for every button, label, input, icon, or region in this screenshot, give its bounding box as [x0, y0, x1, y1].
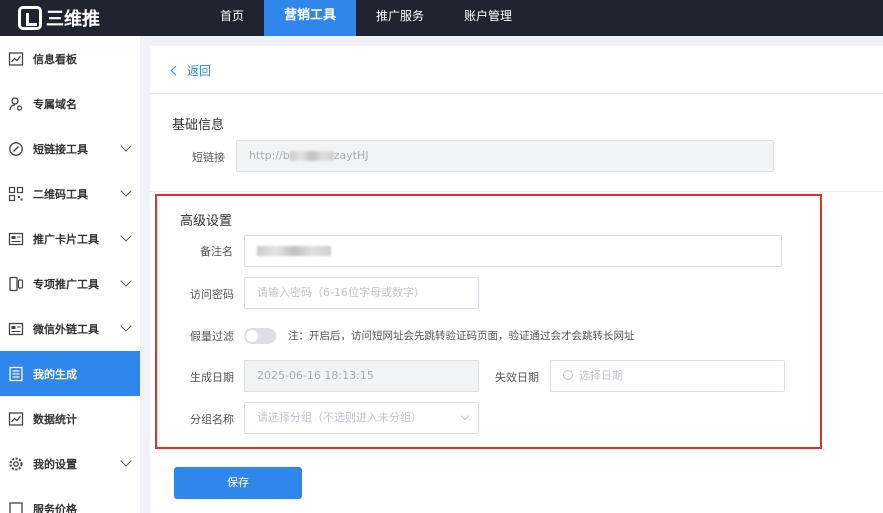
back-label: 返回 [187, 64, 212, 78]
card-icon [8, 231, 24, 247]
list-icon [8, 366, 24, 382]
sidebar-item-domain[interactable]: 专属域名 [0, 81, 140, 126]
divider [150, 93, 883, 94]
group-placeholder: 请选择分组（不选则进入未分组） [257, 411, 422, 424]
redacted-mask [289, 151, 334, 161]
main-content: 返回 基础信息 短链接 http://b zaytHJ 高级设置 备注名 访问密码… [150, 46, 883, 513]
password-label: 访问密码 [190, 288, 234, 301]
sidebar-item-statistics[interactable]: 数据统计 [0, 396, 140, 441]
sidebar-item-my-generated[interactable]: 我的生成 [0, 351, 140, 396]
qrcode-icon [8, 186, 24, 202]
sidebar-item-special-promo[interactable]: 专项推广工具 [0, 261, 140, 306]
sidebar-item-label: 我的生成 [33, 367, 77, 381]
chevron-down-icon [120, 455, 132, 467]
nav-home[interactable]: 首页 [200, 0, 264, 36]
sidebar-item-promo-card[interactable]: 推广卡片工具 [0, 216, 140, 261]
sidebar: 信息看板 专属域名 短链接工具 二维码工具 推广卡片工具 专项推广工具 微信外链… [0, 36, 140, 513]
advanced-settings-title: 高级设置 [180, 214, 233, 229]
sidebar-item-pricing[interactable]: 服务价格 [0, 486, 140, 513]
nav-promotion-services[interactable]: 推广服务 [356, 0, 444, 36]
chevron-down-icon [120, 320, 132, 332]
short-link-label: 短链接 [192, 151, 225, 164]
wechat-link-icon [8, 321, 24, 337]
fake-traffic-filter-label: 假量过滤 [190, 330, 234, 343]
sidebar-item-settings[interactable]: 我的设置 [0, 441, 140, 486]
created-date-field: 2025-06-16 18:13:15 [244, 360, 479, 392]
sidebar-item-label: 我的设置 [33, 457, 77, 471]
group-label: 分组名称 [190, 413, 234, 426]
basic-info-title: 基础信息 [172, 118, 225, 133]
stats-icon [8, 411, 24, 427]
chevron-left-icon [170, 65, 181, 76]
short-link-value-end: zaytHJ [333, 149, 369, 162]
short-link-field: http://b zaytHJ [236, 140, 774, 172]
chevron-down-icon [120, 275, 132, 287]
remark-label: 备注名 [200, 245, 233, 258]
sidebar-item-wechat-link[interactable]: 微信外链工具 [0, 306, 140, 351]
price-icon [8, 501, 24, 513]
chevron-down-icon [120, 140, 132, 152]
user-link-icon [8, 96, 24, 112]
sidebar-item-label: 数据统计 [33, 412, 77, 426]
phone-icon [8, 276, 24, 292]
chart-icon [8, 51, 24, 67]
expire-date-placeholder: 选择日期 [579, 369, 623, 382]
logo-icon [18, 6, 42, 30]
clock-icon [563, 370, 573, 380]
sidebar-item-qrcode[interactable]: 二维码工具 [0, 171, 140, 216]
sidebar-item-label: 信息看板 [33, 52, 77, 66]
short-link-value-start: http://b [249, 149, 290, 162]
link-icon [8, 141, 24, 157]
redacted-mask [257, 246, 331, 256]
sidebar-item-dashboard[interactable]: 信息看板 [0, 36, 140, 81]
logo[interactable]: 三维推 [18, 4, 100, 32]
nav-account-management[interactable]: 账户管理 [444, 0, 532, 36]
chevron-down-icon [120, 230, 132, 242]
back-link[interactable]: 返回 [170, 62, 212, 79]
nav-marketing-tools[interactable]: 营销工具 [264, 0, 357, 36]
expire-date-label: 失效日期 [495, 371, 539, 384]
remark-input[interactable] [244, 235, 782, 267]
password-input[interactable]: 请输入密码（6-16位字母或数字） [244, 277, 479, 309]
chevron-down-icon [460, 411, 470, 421]
save-button[interactable]: 保存 [174, 467, 302, 499]
main-nav: 首页 营销工具 推广服务 账户管理 [200, 0, 532, 36]
sidebar-item-label: 微信外链工具 [33, 322, 99, 336]
filter-note: 注：开启后，访问短网址会先跳转验证码页面，验证通过会才会跳转长网址 [288, 330, 635, 342]
sidebar-item-label: 专属域名 [33, 97, 77, 111]
sidebar-item-label: 短链接工具 [33, 142, 88, 156]
sidebar-item-short-link[interactable]: 短链接工具 [0, 126, 140, 171]
expire-date-picker[interactable]: 选择日期 [550, 360, 785, 392]
gear-icon [8, 456, 24, 472]
logo-text: 三维推 [46, 9, 100, 30]
group-select[interactable]: 请选择分组（不选则进入未分组） [244, 402, 479, 434]
sidebar-item-label: 专项推广工具 [33, 277, 99, 291]
sidebar-item-label: 服务价格 [33, 502, 77, 513]
sidebar-item-label: 二维码工具 [33, 187, 88, 201]
sidebar-item-label: 推广卡片工具 [33, 232, 99, 246]
created-date-label: 生成日期 [190, 371, 234, 384]
top-bar: 三维推 首页 营销工具 推广服务 账户管理 [0, 0, 883, 36]
divider [150, 191, 883, 192]
fake-traffic-filter-toggle[interactable] [244, 328, 276, 344]
chevron-down-icon [120, 185, 132, 197]
